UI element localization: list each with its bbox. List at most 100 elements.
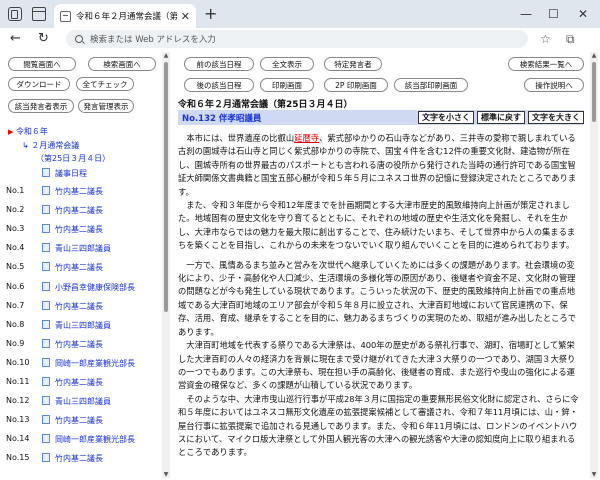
tab-title: 令和６年２月通常会議（第25日 <box>76 12 177 22</box>
document-scrollbar[interactable]: ▲ ▼ <box>590 52 598 478</box>
document-icon <box>42 357 50 367</box>
row-number: No.3 <box>6 224 25 234</box>
refresh-icon[interactable]: ↻ <box>38 31 49 46</box>
speaker-link[interactable]: 青山三四郎議員 <box>42 319 111 331</box>
download-button[interactable]: ダウンロード <box>8 77 70 91</box>
speaker-header-bar: No.132 伴孝昭議員 文字を小さく 標準に戻す 文字を大きく <box>178 110 584 125</box>
speaker-header: No.132 伴孝昭議員 <box>182 113 262 124</box>
speaker-link[interactable]: 竹内基二議長 <box>42 262 103 273</box>
page-favicon-icon <box>60 10 71 22</box>
row-number: No.12 <box>6 396 30 406</box>
speaker-tree-pane: 閲覧画面へ 検索画面へ ダウンロード 全てチェック 該当発言者表示 発言管理表示… <box>0 50 170 480</box>
scroll-thumb[interactable] <box>592 62 596 122</box>
back-icon[interactable]: ← <box>10 31 21 46</box>
scroll-thumb[interactable] <box>164 62 168 312</box>
close-window-icon[interactable]: ✕ <box>578 7 588 21</box>
page-content: 閲覧画面へ 検索画面へ ダウンロード 全てチェック 該当発言者表示 発言管理表示… <box>0 50 600 480</box>
document-pane: 前の該当日程 全文表示 特定発言者 検索結果一覧へ 後の該当日程 印刷画面 2P… <box>178 50 590 480</box>
row-number: No.14 <box>6 434 30 444</box>
speaker-link[interactable]: 小野昌幸健康保険部長 <box>42 281 135 293</box>
speaker-management-button[interactable]: 発言管理表示 <box>78 99 134 113</box>
speaker-link[interactable]: 岡崎一郎産業観光部長 <box>42 434 135 445</box>
extensions-icon[interactable]: ⧉ <box>566 32 575 47</box>
result-list-button[interactable]: 検索結果一覧へ <box>508 57 584 71</box>
document-icon <box>42 243 50 253</box>
font-larger-button[interactable]: 文字を大きく <box>528 111 584 124</box>
new-tab-icon[interactable]: + <box>204 4 217 23</box>
row-number: No.7 <box>6 300 25 310</box>
tree-year-node[interactable]: ▶ 令和６年 <box>8 126 48 137</box>
speaker-link[interactable]: 竹内基二議長 <box>42 224 103 235</box>
font-smaller-button[interactable]: 文字を小さく <box>418 111 474 124</box>
document-icon <box>42 262 50 272</box>
check-all-button[interactable]: 全てチェック <box>76 77 134 91</box>
paragraph-4: 大津百町地域を代表する祭りである大津祭は、400年の歴史がある祭礼行事で、湖町、… <box>178 340 576 391</box>
document-icon <box>42 453 50 463</box>
scroll-up-icon[interactable]: ▲ <box>162 52 170 59</box>
favorites-icon[interactable]: ☆ <box>540 32 551 46</box>
paragraph-5: そのような中、大津市曳山巡行行事が平成28年３月に国指定の重要無形民俗文化財に認… <box>178 393 579 458</box>
speaker-link[interactable]: 竹内基二議長 <box>42 415 103 426</box>
row-number: No.8 <box>6 319 25 329</box>
minimize-icon[interactable]: — <box>520 7 532 21</box>
document-icon <box>42 338 50 348</box>
scroll-up-icon[interactable]: ▲ <box>590 52 598 59</box>
row-number: No.5 <box>6 262 25 272</box>
tree-branch-icon: ↳ <box>22 141 29 150</box>
row-number: No.1 <box>6 186 25 195</box>
agenda-link[interactable]: 議事日程 <box>42 168 87 179</box>
search-hit[interactable]: 延暦寺 <box>294 133 319 143</box>
document-icon <box>42 281 50 291</box>
prev-schedule-button[interactable]: 前の該当日程 <box>184 57 254 71</box>
document-icon <box>42 377 50 386</box>
speaker-link[interactable]: 竹内基二議長 <box>42 377 103 388</box>
url-input[interactable]: 検索または Web アドレスを入力 <box>66 30 528 48</box>
expand-triangle-icon[interactable]: ▶ <box>8 128 13 136</box>
row-number: No.15 <box>6 453 30 463</box>
print-screen-button[interactable]: 印刷画面 <box>260 78 314 92</box>
workspaces-icon[interactable] <box>8 7 22 21</box>
document-icon <box>42 434 50 444</box>
browser-tab[interactable]: 令和６年２月通常会議（第25日 ✕ <box>54 4 196 28</box>
maximize-icon[interactable]: ☐ <box>548 7 559 21</box>
full-text-button[interactable]: 全文表示 <box>260 57 314 71</box>
close-tab-icon[interactable]: ✕ <box>181 10 190 23</box>
tree-session-node[interactable]: ↳ ２月通常会議 <box>22 140 79 151</box>
speaker-link[interactable]: 竹内基二議長 <box>42 186 103 197</box>
paragraph-1: 本市には、世界遺産の比叡山延暦寺、紫式部ゆかりの石山寺などがあり、三井寺の愛称で… <box>178 133 577 197</box>
print-hit-button[interactable]: 該当部印刷画面 <box>394 78 468 92</box>
speaker-link[interactable]: 青山三四郎議員 <box>42 396 111 407</box>
tree-day-node[interactable]: （第25日３月４日） <box>36 153 110 164</box>
search-icon <box>75 35 83 43</box>
meeting-title: 令和６年２月通常会議（第25日３月４日） <box>178 100 353 110</box>
speaker-link[interactable]: 竹内基二議長 <box>42 453 103 464</box>
speaker-link[interactable]: 青山三四郎議員 <box>42 243 111 254</box>
speaker-link[interactable]: 竹内基二議長 <box>42 338 103 350</box>
row-number: No.2 <box>6 205 25 215</box>
scroll-down-icon[interactable]: ▼ <box>590 471 598 478</box>
show-speaker-button[interactable]: 該当発言者表示 <box>8 99 74 113</box>
url-placeholder: 検索または Web アドレスを入力 <box>90 35 216 45</box>
row-number: No.13 <box>6 415 30 425</box>
scroll-down-icon[interactable]: ▼ <box>162 471 170 478</box>
tab-actions-icon[interactable] <box>32 7 46 21</box>
help-button[interactable]: 操作説明へ <box>524 78 584 92</box>
font-normal-button[interactable]: 標準に戻す <box>477 111 525 124</box>
speaker-link[interactable]: 岡崎一郎産業観光部長 <box>42 357 135 369</box>
document-icon <box>42 300 50 310</box>
speaker-link[interactable]: 竹内基二議長 <box>42 205 103 216</box>
row-number: No.4 <box>6 243 25 253</box>
search-screen-button[interactable]: 検索画面へ <box>88 57 156 71</box>
document-icon <box>42 319 50 329</box>
row-number: No.9 <box>6 338 25 348</box>
next-schedule-button[interactable]: 後の該当日程 <box>184 78 254 92</box>
specific-speaker-button[interactable]: 特定発言者 <box>324 57 382 71</box>
paragraph-3: 一方で、風情あるまち並みと営みを次世代へ継承していくためには多くの課題があります… <box>178 259 577 337</box>
print-2p-button[interactable]: 2P 印刷画面 <box>324 78 388 92</box>
browse-screen-button[interactable]: 閲覧画面へ <box>8 57 76 71</box>
document-icon <box>42 186 50 195</box>
left-scrollbar[interactable]: ▲ ▼ <box>162 52 170 478</box>
document-icon <box>42 205 50 215</box>
speaker-link[interactable]: 竹内基二議長 <box>42 300 103 312</box>
document-icon <box>42 396 50 406</box>
